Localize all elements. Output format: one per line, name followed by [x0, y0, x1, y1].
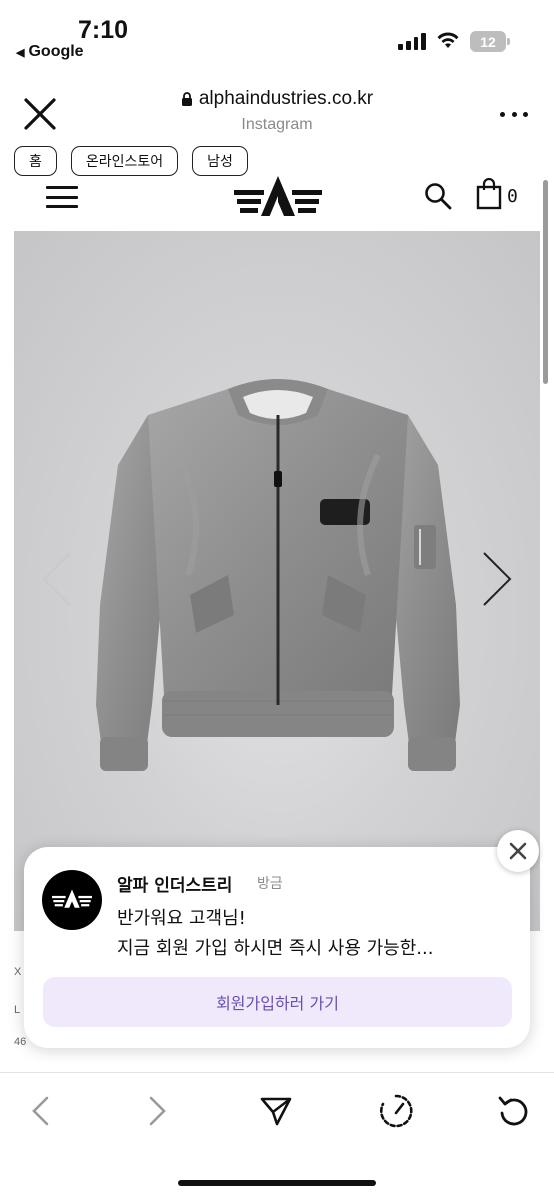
- browser-header: alphaindustries.co.kr Instagram: [0, 76, 554, 146]
- cellular-signal-icon: [398, 32, 426, 50]
- site-header: 0: [0, 176, 554, 226]
- app-icon: [42, 870, 102, 930]
- battery-icon: 12: [470, 31, 510, 52]
- forward-button[interactable]: [138, 1091, 178, 1131]
- url-bar[interactable]: alphaindustries.co.kr: [0, 88, 554, 110]
- battery-level: 12: [480, 33, 496, 50]
- back-triangle-icon: ◀: [16, 46, 25, 59]
- reload-icon: [498, 1096, 528, 1126]
- chevron-right-icon: [149, 1096, 166, 1126]
- alpha-industries-logo[interactable]: [234, 176, 322, 222]
- cart-count: 0: [507, 186, 518, 207]
- breadcrumb-online-store[interactable]: 온라인스토어: [70, 146, 179, 176]
- product-info-line: 46: [14, 1036, 27, 1048]
- send-icon: [260, 1097, 292, 1126]
- product-info-line: X: [14, 966, 22, 978]
- status-bar: 7:10 ◀ Google 12: [0, 0, 554, 70]
- signup-button[interactable]: 회원가입하러 가기: [43, 977, 512, 1027]
- status-time: 7:10: [78, 16, 129, 44]
- jacket-photo: [96, 379, 460, 771]
- more-options-icon[interactable]: [500, 102, 528, 126]
- popup-close-button[interactable]: [497, 830, 539, 872]
- share-button[interactable]: [256, 1091, 296, 1131]
- notification-message-line1: 반가워요 고객님!: [117, 908, 246, 929]
- page-scrollbar[interactable]: [543, 180, 548, 384]
- prev-image-arrow-icon[interactable]: [38, 549, 78, 609]
- wifi-icon: [437, 32, 459, 48]
- product-image-carousel[interactable]: [14, 231, 540, 931]
- notification-message-line2: 지금 회원 가입 하시면 즉시 사용 가능한...: [117, 938, 434, 959]
- url-text: alphaindustries.co.kr: [198, 88, 374, 109]
- back-button[interactable]: [20, 1091, 60, 1131]
- speed-button[interactable]: [376, 1091, 416, 1131]
- close-icon: [509, 842, 527, 860]
- menu-icon[interactable]: [46, 186, 78, 208]
- product-info-line: L: [14, 1004, 21, 1016]
- home-indicator[interactable]: [178, 1180, 376, 1186]
- next-image-arrow-icon[interactable]: [476, 549, 516, 609]
- search-icon[interactable]: [424, 182, 452, 210]
- notification-sender: 알파 인더스트리: [117, 876, 233, 896]
- notification-time: 방금: [257, 876, 283, 892]
- alpha-logo-icon: [52, 889, 92, 908]
- breadcrumb-home[interactable]: 홈: [14, 146, 57, 176]
- signup-notification-popup: 알파 인더스트리 방금 반가워요 고객님! 지금 회원 가입 하시면 즉시 사용…: [24, 847, 530, 1048]
- browser-subtitle: Instagram: [241, 116, 313, 133]
- chevron-left-icon: [32, 1096, 49, 1126]
- lock-icon: [181, 92, 192, 106]
- back-to-app-link[interactable]: ◀ Google: [16, 43, 84, 61]
- back-app-label: Google: [28, 43, 84, 60]
- breadcrumb-men[interactable]: 남성: [192, 146, 248, 176]
- breadcrumb: 홈 온라인스토어 남성: [14, 146, 248, 176]
- shopping-bag-icon[interactable]: [476, 178, 502, 210]
- reload-button[interactable]: [494, 1091, 534, 1131]
- gauge-icon: [380, 1094, 413, 1128]
